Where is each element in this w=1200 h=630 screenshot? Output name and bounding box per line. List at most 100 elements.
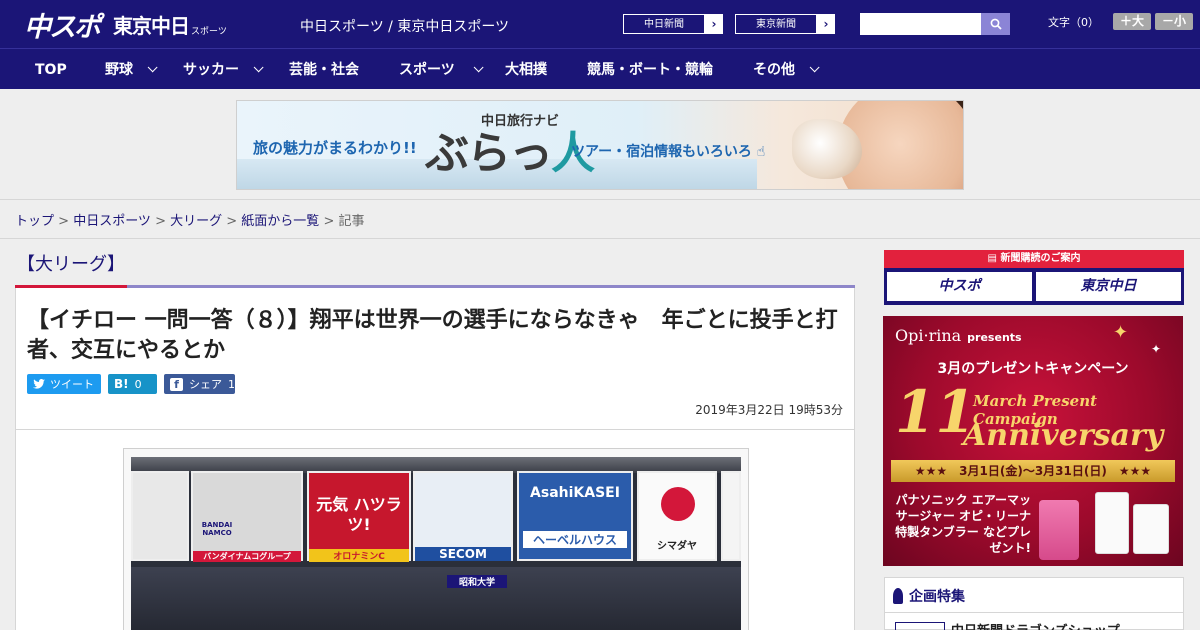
- share-label: シェア: [189, 378, 222, 391]
- subscription-title: ▤ 新聞購読のご案内: [884, 250, 1184, 268]
- banner-right-label: ツアー・宿泊情報もいろいろ: [571, 144, 752, 160]
- hatena-count: 0: [134, 377, 142, 391]
- article: 【イチロー 一問一答（８）】翔平は世界一の選手にならなきゃ 年ごとに投手と打者、…: [15, 288, 855, 630]
- board-text: バンダイナムコグループ: [193, 551, 301, 562]
- breadcrumb-chunichi-sports[interactable]: 中日スポーツ: [73, 214, 151, 229]
- pill-label: 東京新聞: [735, 14, 817, 34]
- board-text: BANDAI NAMCO: [201, 521, 233, 537]
- tumbler-image: [1095, 492, 1129, 554]
- nav-label: スポーツ: [399, 61, 455, 78]
- site-links[interactable]: 中日スポーツ / 東京中日スポーツ: [300, 16, 509, 36]
- ad-anniversary: Anniversary: [963, 418, 1164, 453]
- subscription-options: 中スポ 東京中日: [887, 272, 1185, 301]
- tweet-label: ツイート: [50, 378, 94, 391]
- board-text: 昭和大学: [447, 575, 507, 588]
- article-photo-frame: BANDAI NAMCO バンダイナムコグループ 元気 ハツラツ! オロナミンC…: [123, 448, 749, 630]
- breadcrumb-mlb[interactable]: 大リーグ: [170, 214, 222, 229]
- tumbler-image: [1133, 504, 1169, 554]
- site-header: 中スポ 東京中日 スポーツ 中日スポーツ / 東京中日スポーツ 中日新聞 › 東…: [0, 0, 1200, 48]
- board-text: AsahiKASEI: [530, 485, 620, 501]
- nav-item-sumo[interactable]: 大相撲: [505, 49, 547, 90]
- divider: [0, 238, 1200, 239]
- nav-label: 芸能・社会: [289, 61, 359, 78]
- article-photo[interactable]: BANDAI NAMCO バンダイナムコグループ 元気 ハツラツ! オロナミンC…: [131, 457, 741, 630]
- breadcrumb-top[interactable]: トップ: [15, 214, 54, 229]
- ad-band: 旅の魅力がまるわかり!! 中日旅行ナビ ぶらっ人 ツアー・宿泊情報もいろいろ ☝: [0, 89, 1200, 200]
- ad-presents: presents: [967, 331, 1022, 344]
- hatena-b-icon: B!: [114, 377, 129, 391]
- chevron-right-icon: ›: [823, 17, 829, 31]
- nav-label: 競馬・ボート・競輪: [587, 61, 713, 78]
- ad-campaign-title: 3月のプレゼントキャンペーン: [937, 361, 1129, 377]
- nav-item-other[interactable]: その他: [753, 49, 820, 90]
- main-nav: TOP 野球 サッカー 芸能・社会 スポーツ 大相撲 競馬・ボート・競輪 その他: [0, 48, 1200, 89]
- hatena-bookmark-button[interactable]: B! 0: [108, 374, 157, 394]
- ad-brand: Opi·rina presents: [895, 326, 1022, 345]
- banner-logo: ぶらっ人: [425, 117, 595, 181]
- font-smaller-button[interactable]: －小: [1155, 13, 1193, 30]
- nav-label: 大相撲: [505, 61, 547, 78]
- ad-brand-name: Opi·rina: [895, 326, 962, 345]
- nav-item-racing[interactable]: 競馬・ボート・競輪: [587, 49, 713, 90]
- category-label: 【大リーグ】: [17, 254, 125, 275]
- chunichi-shimbun-link[interactable]: 中日新聞 ›: [622, 13, 724, 35]
- twitter-bird-icon: [33, 379, 45, 389]
- board-bandai: BANDAI NAMCO バンダイナムコグループ: [191, 471, 303, 562]
- travel-banner-ad[interactable]: 旅の魅力がまるわかり!! 中日旅行ナビ ぶらっ人 ツアー・宿泊情報もいろいろ ☝: [236, 100, 964, 190]
- nav-item-sports[interactable]: スポーツ: [399, 49, 484, 90]
- nav-label: その他: [753, 61, 795, 78]
- feature-section: 企画特集 中日新聞ドラゴンズショップ: [884, 577, 1184, 630]
- facebook-share-button[interactable]: f シェア 1: [164, 374, 235, 394]
- board-text: SECOM: [415, 547, 511, 561]
- ad-dates: ★★★ 3月1日(金)〜3月31日(日) ★★★: [891, 460, 1175, 482]
- nav-item-top[interactable]: TOP: [35, 49, 67, 90]
- font-size-control: 文字（0） ＋大 －小: [1048, 13, 1193, 30]
- logo-main: 中スポ: [24, 11, 101, 43]
- tokyo-shimbun-link[interactable]: 東京新聞 ›: [734, 13, 836, 35]
- nav-item-soccer[interactable]: サッカー: [183, 49, 264, 90]
- share-count: 1: [228, 377, 235, 391]
- chevron-down-icon: [809, 62, 820, 73]
- feature-link[interactable]: 中日新聞ドラゴンズショップ: [951, 620, 1120, 630]
- feature-title: 企画特集: [909, 589, 965, 605]
- search-icon: [990, 18, 1002, 30]
- nav-item-baseball[interactable]: 野球: [105, 49, 158, 90]
- breadcrumb: トップ > 中日スポーツ > 大リーグ > 紙面から一覧 > 記事: [15, 210, 365, 229]
- board-scoreboard: [131, 471, 189, 561]
- sparkle-icon: ✦: [1151, 342, 1162, 356]
- article-date: 2019年3月22日 19時53分: [695, 403, 843, 417]
- board-text: シマダヤ: [657, 541, 697, 552]
- flower-logo-icon: [661, 487, 695, 521]
- massager-image: [1039, 500, 1079, 560]
- divider: [885, 612, 1183, 613]
- chevron-right-icon: ›: [711, 17, 717, 31]
- subscribe-chuspo[interactable]: 中スポ: [887, 272, 1032, 301]
- sidebar-campaign-ad[interactable]: Opi·rina presents ✦ ✦ 3月のプレゼントキャンペーン 11 M…: [883, 316, 1183, 566]
- chevron-down-icon: [473, 62, 484, 73]
- board-orona: 元気 ハツラツ! オロナミンC: [307, 471, 411, 562]
- board-secom: SECOM: [413, 471, 513, 561]
- board-text: ヘーベルハウス: [523, 531, 627, 548]
- search-button[interactable]: [981, 13, 1010, 35]
- subscribe-tokyo-chunichi[interactable]: 東京中日: [1036, 272, 1181, 301]
- banner-left-text: 旅の魅力がまるわかり!!: [253, 139, 417, 157]
- breadcrumb-sep: >: [323, 214, 339, 229]
- font-larger-button[interactable]: ＋大: [1113, 13, 1151, 30]
- breadcrumb-paper-list[interactable]: 紙面から一覧: [241, 214, 319, 229]
- breadcrumb-current: 記事: [338, 214, 365, 229]
- nav-label: サッカー: [183, 61, 239, 78]
- banner-right-text: ツアー・宿泊情報もいろいろ ☝: [571, 141, 765, 161]
- ad-prize: パナソニック エアーマッサージャー オピ・リーナ特製タンブラー などプレゼント!: [895, 493, 1031, 555]
- feature-heading: 企画特集: [893, 586, 965, 606]
- subscription-banner[interactable]: ▤ 新聞購読のご案内 中スポ 東京中日: [884, 250, 1184, 305]
- ribbon-icon: [893, 588, 903, 604]
- search-input[interactable]: [860, 13, 981, 35]
- feature-thumbnail[interactable]: [895, 622, 945, 630]
- tweet-button[interactable]: ツイート: [27, 374, 101, 394]
- nav-item-entertainment[interactable]: 芸能・社会: [289, 49, 359, 90]
- site-logo[interactable]: 中スポ 東京中日 スポーツ: [24, 6, 227, 43]
- logo-sub: 東京中日: [113, 13, 190, 38]
- breadcrumb-sep: >: [58, 214, 74, 229]
- facebook-icon: f: [170, 377, 183, 391]
- chevron-down-icon: [253, 62, 264, 73]
